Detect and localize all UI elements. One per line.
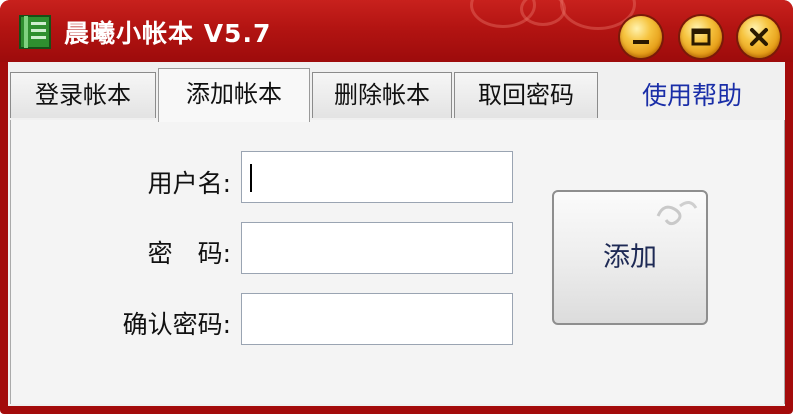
tab-retrieve-password[interactable]: 取回密码 bbox=[454, 72, 598, 118]
minimize-icon bbox=[633, 40, 649, 44]
maximize-button[interactable] bbox=[680, 16, 722, 58]
add-button-label: 添加 bbox=[603, 242, 657, 273]
close-button[interactable] bbox=[738, 16, 780, 58]
client-area: 登录帐本 添加帐本 删除帐本 取回密码 使用帮助 用户名: 密 码: 确认密码: bbox=[8, 62, 785, 406]
app-window: 晨曦小帐本 V5.7 登录帐本 添加帐本 删除帐本 取回密码 使用帮助 用户名:… bbox=[0, 0, 793, 414]
title-bar[interactable]: 晨曦小帐本 V5.7 bbox=[0, 0, 793, 62]
tab-login-ledger[interactable]: 登录帐本 bbox=[10, 72, 156, 118]
add-ledger-panel: 用户名: 密 码: 确认密码: 添加 bbox=[10, 120, 785, 404]
help-link[interactable]: 使用帮助 bbox=[642, 76, 742, 116]
window-title: 晨曦小帐本 V5.7 bbox=[64, 19, 272, 48]
password-label: 密 码: bbox=[147, 239, 231, 268]
close-icon bbox=[750, 28, 768, 46]
tab-add-ledger[interactable]: 添加帐本 bbox=[158, 68, 310, 122]
password-input[interactable] bbox=[241, 222, 513, 274]
tab-strip: 登录帐本 添加帐本 删除帐本 取回密码 使用帮助 bbox=[8, 62, 785, 122]
confirm-password-input[interactable] bbox=[241, 293, 513, 345]
tab-delete-ledger[interactable]: 删除帐本 bbox=[312, 72, 452, 118]
ledger-app-icon bbox=[19, 15, 51, 49]
text-caret bbox=[250, 164, 252, 192]
swirl-decoration-icon bbox=[656, 201, 698, 226]
maximize-icon bbox=[691, 28, 711, 46]
confirm-password-label: 确认密码: bbox=[122, 310, 231, 339]
add-button[interactable]: 添加 bbox=[552, 190, 708, 325]
username-label: 用户名: bbox=[147, 169, 231, 198]
minimize-button[interactable] bbox=[620, 16, 662, 58]
username-input[interactable] bbox=[241, 151, 513, 203]
